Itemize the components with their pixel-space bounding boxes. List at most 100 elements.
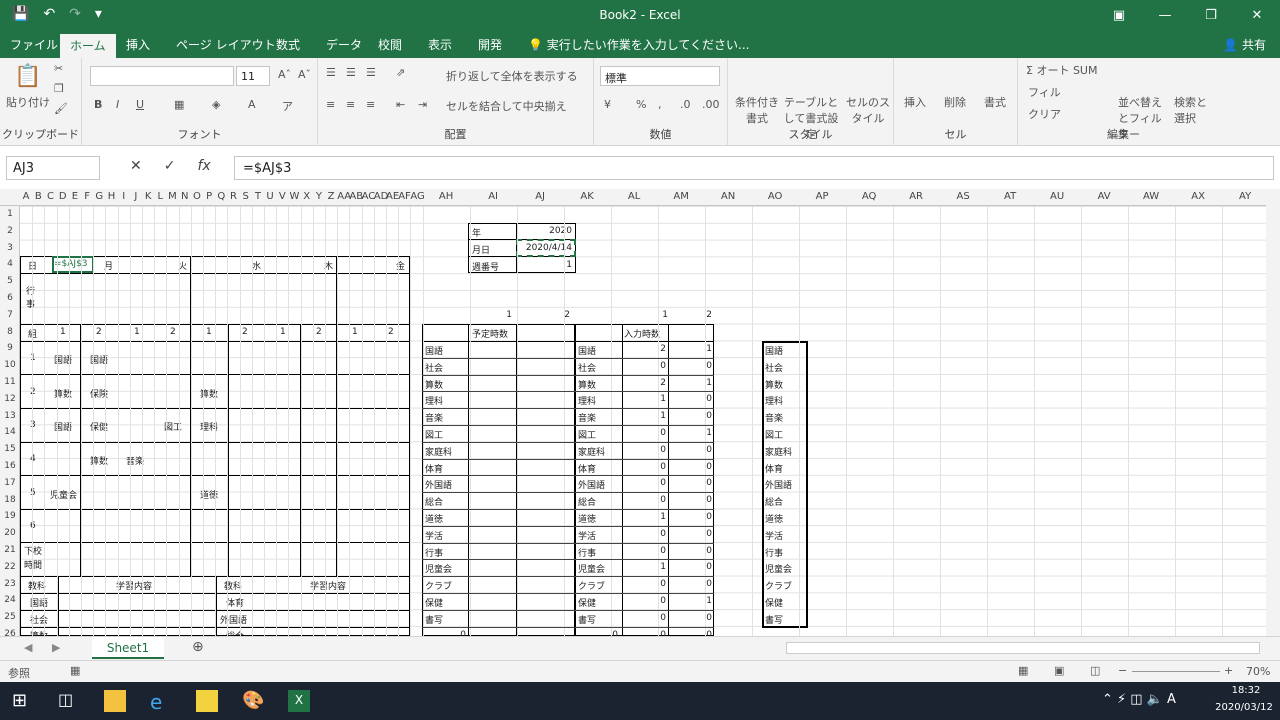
row-header[interactable]: 9 [0,343,20,353]
paste-button[interactable]: 貼り付け [6,94,50,110]
row-header[interactable]: 16 [0,461,20,471]
copy-icon[interactable]: ❐ [54,82,64,95]
format-painter-icon[interactable]: 🖌 [54,102,68,115]
row-header[interactable]: 11 [0,377,20,387]
column-header[interactable]: AN [705,191,752,202]
zoom-in-icon[interactable]: + [1224,664,1233,677]
tab-data[interactable]: データ [326,36,362,53]
tab-file[interactable]: ファイル [10,36,58,53]
column-header[interactable]: F [81,191,93,202]
row-header[interactable]: 3 [0,243,20,253]
find-select-button[interactable]: 検索と選択 [1174,94,1214,126]
tab-view[interactable]: 表示 [428,36,452,53]
name-box[interactable]: AJ3 [6,156,100,180]
sheet-tab-sheet1[interactable]: Sheet1 [92,637,164,659]
row-header[interactable]: 2 [0,226,20,236]
tell-me-search[interactable]: 💡 実行したい作業を入力してください... [528,36,750,53]
column-header[interactable]: C [44,191,56,202]
column-header[interactable]: Q [215,191,227,202]
borders-icon[interactable]: ▦ [174,98,184,111]
row-header[interactable]: 5 [0,276,20,286]
column-header[interactable]: O [191,191,203,202]
column-header[interactable]: AK [564,191,611,202]
zoom-out-icon[interactable]: − [1118,664,1127,677]
row-header[interactable]: 21 [0,545,20,555]
tab-formulas[interactable]: 数式 [276,36,300,53]
macro-record-icon[interactable]: ▦ [70,664,80,677]
paste-icon[interactable]: 📋 [14,64,41,89]
row-header[interactable]: 15 [0,444,20,454]
column-header[interactable]: N [179,191,191,202]
column-header[interactable]: AW [1128,191,1175,202]
page-layout-view-icon[interactable]: ▣ [1054,664,1064,677]
formula-input[interactable]: =$AJ$3 [234,156,1274,180]
vertical-scrollbar[interactable] [1266,189,1280,636]
column-header[interactable]: K [142,191,154,202]
zoom-level[interactable]: 70% [1246,665,1270,678]
edge-icon[interactable]: e [150,690,172,714]
paint-icon[interactable]: 🎨 [242,690,264,712]
phonetic-icon[interactable]: ア [282,98,293,114]
column-header[interactable]: AY [1222,191,1266,202]
align-right-icon[interactable]: ≡ [366,98,375,111]
restore-icon[interactable]: ❐ [1188,0,1234,32]
column-header[interactable]: AG [410,191,424,202]
fill-color-icon[interactable]: ◈ [212,98,220,111]
row-header[interactable]: 1 [0,209,20,219]
font-color-icon[interactable]: A [248,98,256,111]
tray-icons[interactable]: ⌃ ⚡ ◫ 🔈 A [1102,692,1176,707]
column-header[interactable]: AD [374,191,389,202]
column-header[interactable]: AO [752,191,799,202]
column-header[interactable]: AA [337,191,351,202]
close-icon[interactable]: ✕ [1234,0,1280,32]
insert-function-icon[interactable]: fx [197,158,210,174]
column-header[interactable]: AS [940,191,987,202]
decrease-decimal-icon[interactable]: .00 [702,98,720,111]
column-header[interactable]: E [69,191,81,202]
font-name-box[interactable] [90,66,234,86]
row-header[interactable]: 6 [0,293,20,303]
row-header[interactable]: 20 [0,528,20,538]
cell-area[interactable]: 日 =$AJ$3 月 火 水 木 金 行事 組 1 2 1 2 1 2 1 2 … [20,206,1266,636]
align-left-icon[interactable]: ≡ [326,98,335,111]
row-header[interactable]: 22 [0,562,20,572]
column-header[interactable]: S [240,191,252,202]
column-header[interactable]: I [118,191,130,202]
column-header[interactable]: H [105,191,117,202]
autosum-button[interactable]: Σ オート SUM [1026,62,1097,78]
row-header[interactable]: 24 [0,595,20,605]
column-header[interactable]: AB [349,191,363,202]
horizontal-scrollbar[interactable] [786,642,1260,654]
wrap-text-button[interactable]: 折り返して全体を表示する [446,68,578,84]
increase-decimal-icon[interactable]: .0 [680,98,691,111]
column-header[interactable]: AF [398,191,411,202]
excel-taskbar-icon[interactable]: X [288,690,310,712]
column-header[interactable]: AQ [846,191,893,202]
prev-sheet-icon[interactable]: ◀ [24,641,32,654]
file-explorer-icon[interactable] [104,690,126,712]
row-header[interactable]: 7 [0,310,20,320]
underline-button[interactable]: U [136,98,144,111]
column-header[interactable]: Y [313,191,325,202]
row-header[interactable]: 8 [0,327,20,337]
enter-icon[interactable]: ✓ [164,158,176,174]
column-header[interactable]: R [227,191,239,202]
column-header[interactable]: W [288,191,300,202]
column-header[interactable]: M [166,191,178,202]
ribbon-display-icon[interactable]: ▣ [1096,0,1142,32]
number-format-box[interactable]: 標準 [600,66,720,86]
shrink-font-icon[interactable]: Aˇ [298,68,311,81]
row-header[interactable]: 12 [0,394,20,404]
row-header[interactable]: 26 [0,629,20,636]
column-header[interactable]: U [264,191,276,202]
normal-view-icon[interactable]: ▦ [1018,664,1028,677]
format-cells-button[interactable]: 書式 [984,94,1006,110]
tab-insert[interactable]: 挿入 [126,36,150,53]
comma-icon[interactable]: , [658,98,662,111]
column-header[interactable]: D [57,191,69,202]
column-header[interactable]: AP [799,191,846,202]
minimize-icon[interactable]: — [1142,0,1188,32]
row-header[interactable]: 4 [0,259,20,269]
page-break-view-icon[interactable]: ◫ [1090,664,1100,677]
spreadsheet-grid[interactable]: A B C D E F G H I J K L M N O P Q R S T U V W X Y Z AA AB AC AD AE AF AG… [0,189,1266,636]
